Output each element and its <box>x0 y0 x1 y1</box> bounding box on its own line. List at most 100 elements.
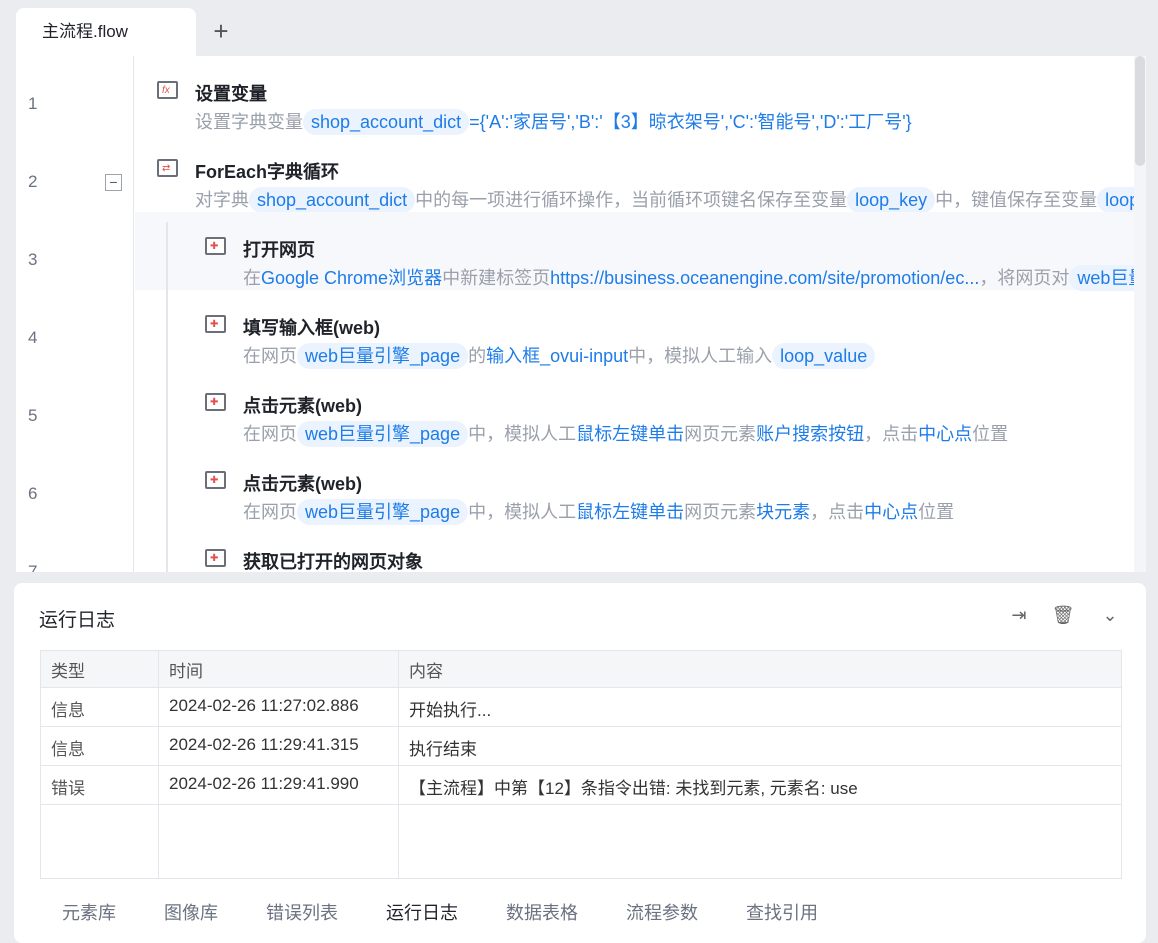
flow-step[interactable]: ✚ 填写输入框(web) 在网页 web巨量引擎_page 的输入框_ovui-inpu… <box>135 290 1146 369</box>
log-table: 类型 时间 内容 信息 2024-02-26 11:27:02.886 开始执行..… <box>40 650 1122 879</box>
bottom-tab[interactable]: 运行日志 <box>386 899 458 925</box>
line-number: 4 <box>28 328 38 347</box>
desc-text: ，点击 <box>810 502 865 522</box>
line-number: 6 <box>28 484 38 503</box>
desc-text: ，点击 <box>864 424 919 444</box>
desc-text: 位置 <box>918 502 955 522</box>
tab-main-flow[interactable]: 主流程.flow <box>16 8 196 56</box>
log-content: 开始执行... <box>398 687 1122 727</box>
param-value[interactable]: 账户搜索按钮 <box>756 424 864 444</box>
desc-text: 中，模拟人工 <box>468 502 577 522</box>
line-number: 3 <box>28 250 38 269</box>
flow-step[interactable]: fx 设置变量设置字典变量 shop_account_dict ={'A':'家居号'… <box>135 56 1146 135</box>
step-title: 设置变量 <box>195 84 267 104</box>
scrollbar[interactable] <box>1134 56 1146 572</box>
param-value[interactable]: Google Chrome浏览器 <box>261 268 442 288</box>
log-time: 2024-02-26 11:27:02.886 <box>158 687 399 727</box>
bottom-tab[interactable]: 数据表格 <box>506 899 578 925</box>
bottom-tab[interactable]: 流程参数 <box>626 899 698 925</box>
variable-pill[interactable]: shop_account_dict <box>249 187 416 213</box>
bottom-tab[interactable]: 元素库 <box>62 899 116 925</box>
open-webpage-icon: ✚ <box>205 237 226 255</box>
bottom-tab[interactable]: 图像库 <box>164 899 218 925</box>
flow-step[interactable]: ✚ 点击元素(web) 在网页 web巨量引擎_page 中，模拟人工鼠标左键单击网页元… <box>135 368 1146 447</box>
variable-pill[interactable]: web巨量引擎_page <box>297 421 469 447</box>
param-value[interactable]: 鼠标左键单击 <box>576 502 684 522</box>
column-header: 类型 <box>40 650 159 688</box>
variable-pill[interactable]: loop_key <box>847 187 936 213</box>
variable-pill[interactable]: web巨量引擎_page <box>297 499 469 525</box>
desc-text: 在网页 <box>243 346 297 366</box>
desc-text: 的 <box>468 346 487 366</box>
variable-pill[interactable]: shop_account_dict <box>303 109 470 135</box>
param-value[interactable]: 中心点 <box>918 424 972 444</box>
desc-text: 设置字典变量 <box>195 112 303 132</box>
chevron-down-icon[interactable]: ⌄ <box>1098 603 1122 627</box>
line-number: 7 <box>28 562 38 572</box>
export-icon[interactable]: ⇥ <box>1007 603 1031 627</box>
table-row[interactable]: 信息 2024-02-26 11:29:41.315 执行结束 <box>40 726 1122 766</box>
panel-title: 运行日志 <box>39 610 116 631</box>
desc-text: 中新建标签页 <box>442 268 551 288</box>
step-description: 在网页 web巨量引擎_page 的输入框_ovui-input中，模拟人工输入 lo… <box>243 342 876 369</box>
param-value[interactable]: 输入框_ovui-input <box>486 346 628 366</box>
variable-pill[interactable]: web巨量引擎_page <box>297 343 469 369</box>
flow-step[interactable]: ⇄ ForEach字典循环 对字典 shop_account_dict 中的每一项进行循… <box>135 134 1146 213</box>
step-description: 在Google Chrome浏览器中新建标签页https://business.… <box>243 264 1146 291</box>
desc-text: 在网页 <box>243 424 297 444</box>
step-title: 打开网页 <box>243 240 315 260</box>
log-type: 错误 <box>40 765 159 805</box>
desc-text: 中的每一项进行循环操作，当前循环项键名保存至变量 <box>415 190 848 210</box>
param-value[interactable]: 鼠标左键单击 <box>576 424 684 444</box>
line-number: 1 <box>28 94 38 113</box>
column-header: 时间 <box>158 650 399 688</box>
param-value[interactable]: 块元素 <box>756 502 810 522</box>
log-type: 信息 <box>40 726 159 766</box>
bottom-tab[interactable]: 错误列表 <box>266 899 338 925</box>
log-type: 信息 <box>40 687 159 727</box>
step-title: 填写输入框(web) <box>243 318 380 338</box>
bottom-tabs: 元素库 图像库 错误列表 运行日志 数据表格 流程参数 查找引用 <box>62 899 866 925</box>
trash-icon[interactable]: 🗑 <box>1051 603 1075 627</box>
get-webpage-icon: ✚ <box>205 549 226 567</box>
flow-step[interactable]: ✚ 打开网页在Google Chrome浏览器中新建标签页https://busi… <box>135 212 1146 291</box>
flow-step[interactable]: ✚ 点击元素(web) 在网页 web巨量引擎_page 中，模拟人工鼠标左键单击网页元… <box>135 446 1146 525</box>
log-content: 【主流程】中第【12】条指令出错: 未找到元素, 元素名: use <box>398 765 1122 805</box>
log-content: 执行结束 <box>398 726 1122 766</box>
table-row[interactable]: 错误 2024-02-26 11:29:41.990 【主流程】中第【12】条指令出… <box>40 765 1122 805</box>
desc-text: 网页元素 <box>684 502 757 522</box>
step-description: 在网页 web巨量引擎_page 中，模拟人工鼠标左键单击网页元素账户搜索按钮，点击… <box>243 420 1008 447</box>
scrollbar-thumb[interactable] <box>1135 56 1145 166</box>
run-log-panel: 运行日志 ⇥ 🗑 ⌄ 类型 时间 内容 信息 2024-02-26 11:27:0… <box>14 583 1146 943</box>
step-description: 设置字典变量 shop_account_dict ={'A':'家居号','B':'… <box>195 108 912 135</box>
loop-indent-guide <box>166 222 168 572</box>
loop-icon: ⇄ <box>157 159 178 177</box>
click-element-icon: ✚ <box>205 471 226 489</box>
step-description: 在网页 web巨量引擎_page 中，模拟人工鼠标左键单击网页元素块元素，点击中心点… <box>243 498 954 525</box>
step-title: ForEach字典循环 <box>195 162 340 182</box>
column-header: 内容 <box>398 650 1122 688</box>
log-time: 2024-02-26 11:29:41.315 <box>158 726 399 766</box>
desc-text: 对字典 <box>195 190 249 210</box>
desc-text: 位置 <box>972 424 1009 444</box>
table-row[interactable]: 信息 2024-02-26 11:27:02.886 开始执行... <box>40 687 1122 727</box>
desc-text: 网页元素 <box>684 424 757 444</box>
step-title: 点击元素(web) <box>243 396 362 416</box>
desc-text: 在 <box>243 268 261 288</box>
param-value[interactable]: https://business.oceanengine.com/site/pr… <box>550 268 979 288</box>
flow-step[interactable]: ✚ 获取已打开的网页对象 <box>135 524 1146 572</box>
add-tab-button[interactable]: + <box>206 16 236 46</box>
flow-editor: 1 fx 设置变量 设置字典变量 shop_account_dict ={'A':'家居号… <box>16 56 1146 572</box>
click-element-icon: ✚ <box>205 393 226 411</box>
collapse-toggle[interactable]: − <box>105 174 122 191</box>
log-time: 2024-02-26 11:29:41.990 <box>158 765 399 805</box>
step-title: 点击元素(web) <box>243 474 362 494</box>
param-value[interactable]: ={'A':'家居号','B':'【3】晾衣架号','C':'智能号','D':… <box>469 112 912 132</box>
step-title: 获取已打开的网页对象 <box>243 552 423 572</box>
desc-text: 中，模拟人工输入 <box>628 346 773 366</box>
desc-text: ，将网页对 <box>979 268 1070 288</box>
variable-pill[interactable]: loop_value <box>772 343 876 369</box>
fx-icon: fx <box>157 81 178 99</box>
bottom-tab[interactable]: 查找引用 <box>746 899 818 925</box>
param-value[interactable]: 中心点 <box>864 502 918 522</box>
